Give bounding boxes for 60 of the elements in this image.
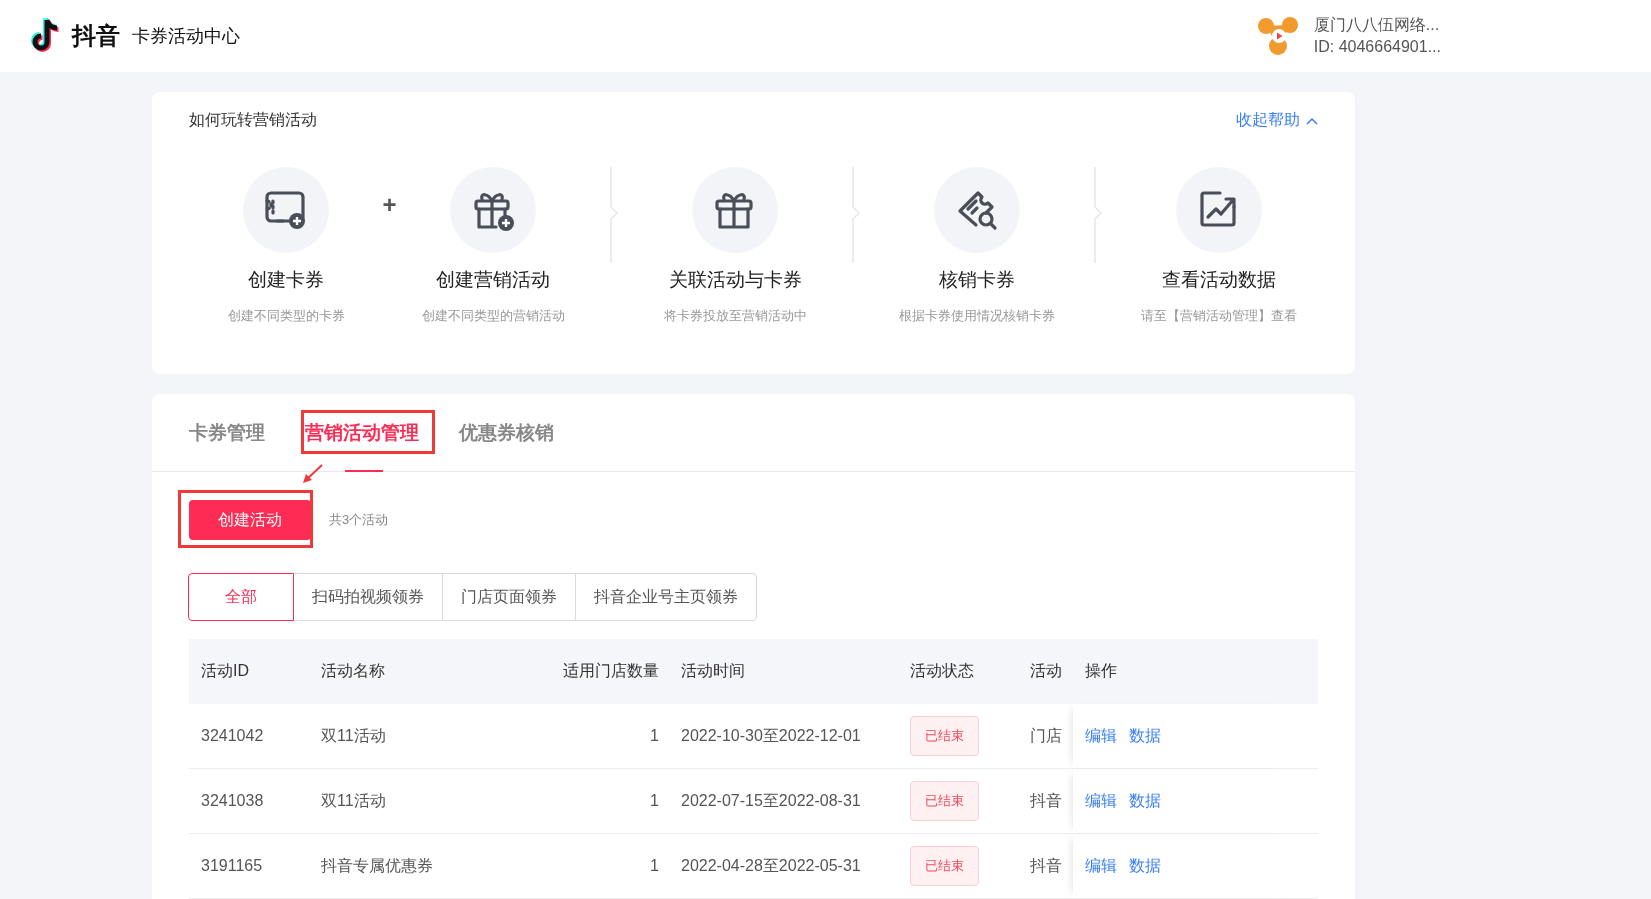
action-link[interactable]: 编辑 — [1085, 855, 1117, 877]
collapse-help-link[interactable]: 收起帮助 — [1236, 110, 1318, 131]
column-header: 活动状态 — [909, 661, 975, 681]
table-cell-text: 1 — [649, 727, 660, 745]
action-link[interactable]: 编辑 — [1085, 790, 1117, 812]
account-name: 厦门八八伍网络... — [1313, 15, 1441, 35]
status-tag: 已结束 — [910, 781, 979, 821]
step-description: 创建不同类型的营销活动 — [421, 307, 565, 325]
table-cell-text: 1 — [649, 792, 660, 810]
table-cell-text: 2022-07-15至2022-08-31 — [680, 790, 862, 811]
account-logo-icon — [1255, 16, 1300, 56]
help-title: 如何玩转营销活动 — [189, 110, 317, 130]
step-title: 创建卡券 — [248, 268, 324, 292]
tab[interactable]: 优惠券核销 — [459, 394, 569, 472]
filter-tab[interactable]: 门店页面领券 — [442, 573, 576, 621]
filter-tab[interactable]: 全部 — [188, 573, 294, 621]
column-header: 活动时间 — [680, 661, 746, 681]
column-header: 活动名称 — [320, 661, 386, 681]
status-tag: 已结束 — [910, 846, 979, 886]
tab[interactable]: 营销活动管理 — [305, 394, 434, 472]
status-tag: 已结束 — [910, 716, 979, 756]
create-activity-button[interactable]: 创建活动 — [189, 500, 311, 540]
annotation-arrow — [302, 464, 324, 484]
filter-tab[interactable]: 扫码拍视频领券 — [293, 573, 443, 621]
table-cell-text: 双11活动 — [320, 725, 387, 746]
step-description: 创建不同类型的卡券 — [227, 307, 345, 325]
step-title: 核销卡券 — [939, 268, 1015, 292]
table-cell-text: 抖音 — [1029, 790, 1063, 811]
action-link[interactable]: 编辑 — [1085, 725, 1117, 747]
filter-tab[interactable]: 抖音企业号主页领券 — [575, 573, 757, 621]
action-link[interactable]: 数据 — [1129, 725, 1161, 747]
step-title: 关联活动与卡券 — [668, 268, 802, 292]
tab[interactable]: 卡券管理 — [189, 394, 280, 472]
table-cell-text: 1 — [649, 857, 660, 875]
table-cell-text: 抖音专属优惠券 — [320, 855, 434, 876]
chevron-up-icon — [1306, 116, 1318, 125]
table-cell-text: 双11活动 — [320, 790, 387, 811]
page-title: 卡券活动中心 — [132, 25, 240, 48]
step-description: 请至【营销活动管理】查看 — [1141, 307, 1297, 325]
table-cell-text: 抖音 — [1029, 855, 1063, 876]
column-header: 活动 — [1029, 661, 1063, 681]
action-link[interactable]: 数据 — [1129, 855, 1161, 877]
brand-name: 抖音 — [72, 21, 120, 51]
table-cell-text: 2022-04-28至2022-05-31 — [680, 855, 862, 876]
step-title: 创建营销活动 — [436, 268, 550, 292]
step-description: 将卡券投放至营销活动中 — [663, 307, 807, 325]
table-cell-text: 2022-10-30至2022-12-01 — [680, 725, 862, 746]
column-header: 适用门店数量 — [562, 661, 660, 681]
column-header: 活动ID — [200, 661, 250, 681]
account-id: ID: 4046664901... — [1313, 37, 1441, 57]
step-title: 查看活动数据 — [1162, 268, 1276, 292]
activity-count: 共3个活动 — [329, 511, 389, 529]
action-link[interactable]: 数据 — [1129, 790, 1161, 812]
table-cell-text: 3241042 — [200, 727, 265, 745]
step-description: 根据卡券使用情况核销卡券 — [899, 307, 1055, 325]
plus-sign: + — [381, 191, 398, 219]
column-header: 操作 — [1084, 661, 1118, 681]
table-cell-text: 3241038 — [200, 792, 265, 810]
table-cell-text: 3191165 — [200, 857, 264, 875]
table-cell-text: 门店 — [1029, 725, 1063, 746]
